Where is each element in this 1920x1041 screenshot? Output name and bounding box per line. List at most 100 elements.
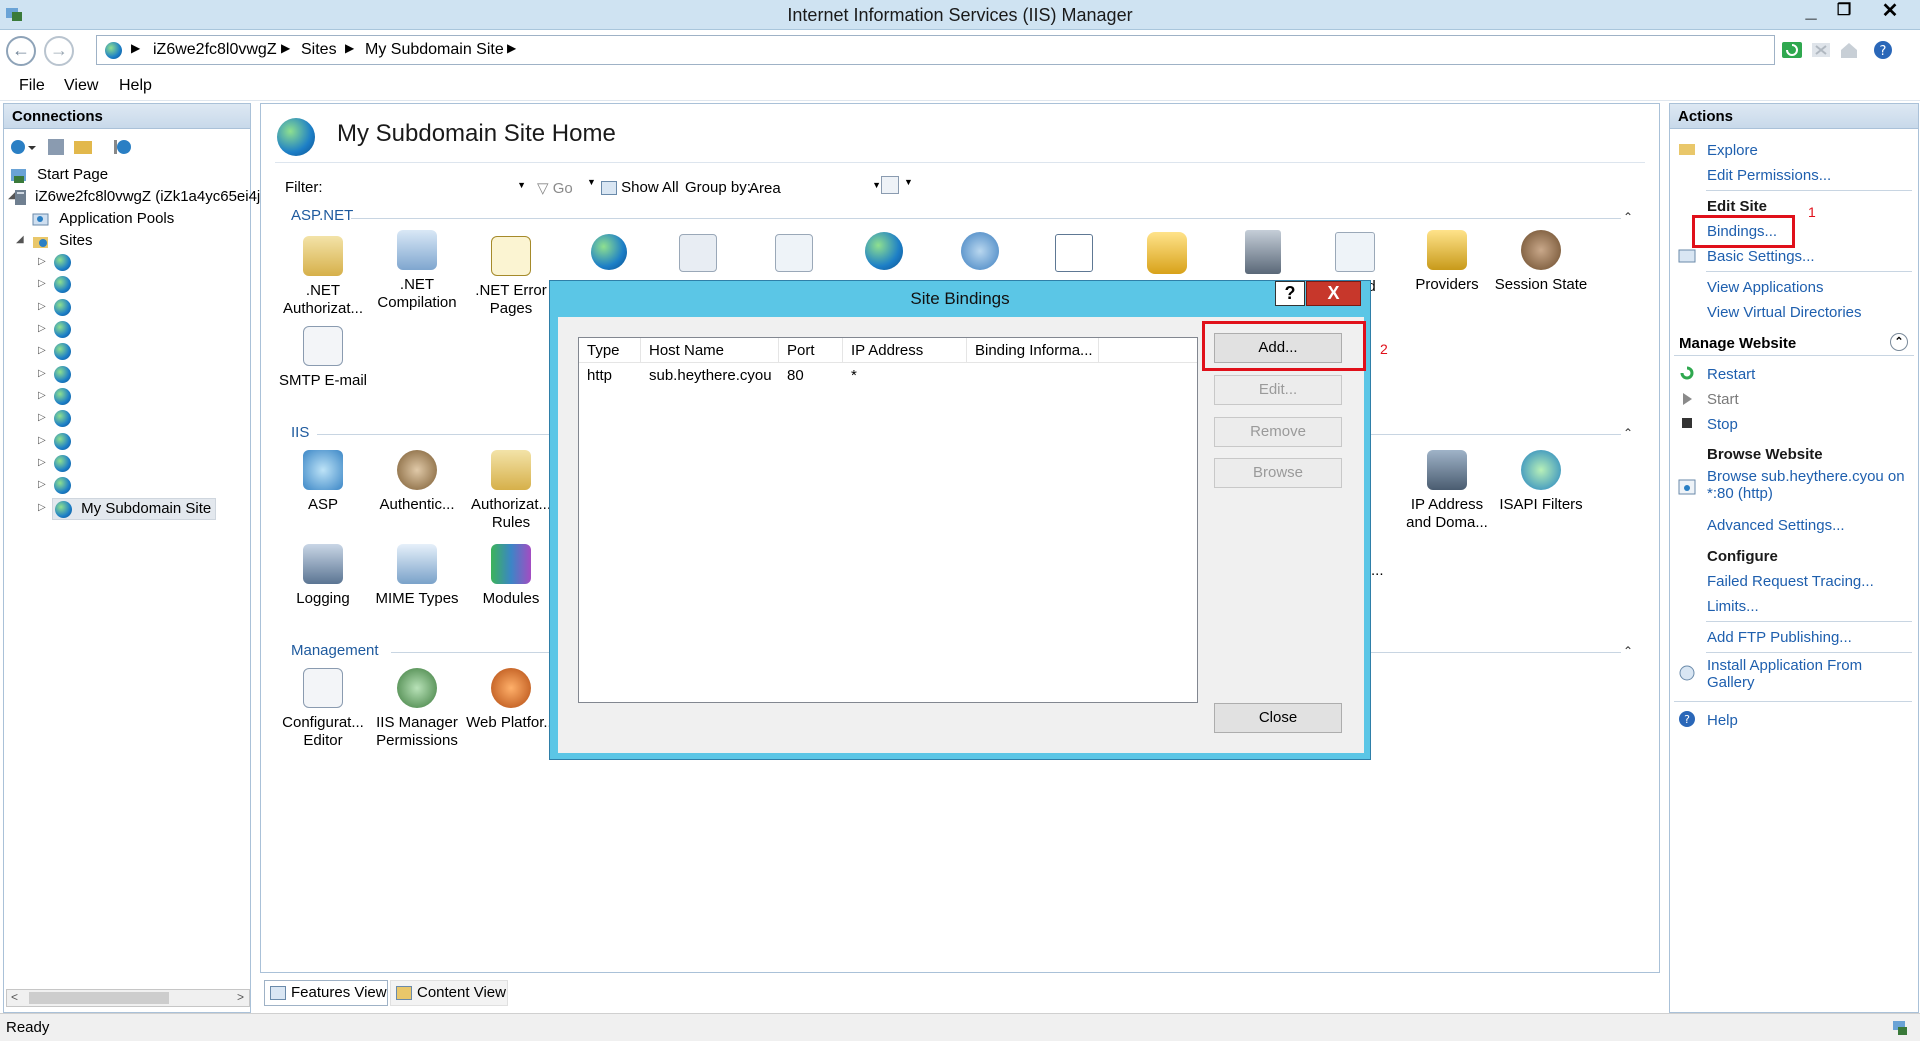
start-link[interactable]: Start bbox=[1707, 391, 1739, 408]
feature-net-compilation[interactable]: .NET Compilation bbox=[369, 230, 465, 312]
breadcrumb-server[interactable]: iZ6we2fc8l0vwgZ bbox=[153, 41, 277, 59]
menu-file[interactable]: File bbox=[19, 77, 45, 95]
expander-icon[interactable]: ▷ bbox=[38, 323, 46, 334]
explore-link[interactable]: Explore bbox=[1707, 142, 1758, 159]
edit-binding-button[interactable]: Edit... bbox=[1214, 375, 1342, 405]
site-node-stopped-icon[interactable] bbox=[54, 455, 71, 472]
failed-request-tracing-link[interactable]: Failed Request Tracing... bbox=[1707, 573, 1874, 590]
tree-selected-site[interactable]: My Subdomain Site bbox=[52, 498, 217, 520]
expander-icon[interactable]: ▷ bbox=[38, 435, 46, 446]
maximize-button[interactable]: ❐ bbox=[1828, 0, 1860, 25]
column-port[interactable]: Port bbox=[779, 338, 843, 363]
column-type[interactable]: Type bbox=[579, 338, 641, 363]
connections-scrollbar[interactable]: < > bbox=[6, 989, 250, 1007]
site-node-icon[interactable] bbox=[54, 366, 71, 383]
tree-sites[interactable]: Sites bbox=[32, 232, 93, 250]
expander-icon[interactable]: ▷ bbox=[38, 256, 46, 267]
collapse-icon[interactable]: ⌃ bbox=[1623, 426, 1633, 440]
stop-link[interactable]: Stop bbox=[1707, 416, 1738, 433]
feature-hidden-ellipsis[interactable]: ... bbox=[1371, 562, 1391, 580]
handler-icon[interactable] bbox=[1335, 232, 1375, 272]
back-button[interactable]: ← bbox=[6, 36, 36, 66]
view-mode-icon[interactable] bbox=[881, 176, 899, 194]
group-by-select[interactable]: Area ▼ bbox=[745, 175, 885, 199]
install-application-gallery-link[interactable]: Install Application From Gallery bbox=[1707, 657, 1862, 691]
feature-mime-types[interactable]: MIME Types bbox=[369, 544, 465, 608]
menu-help[interactable]: Help bbox=[119, 77, 152, 95]
feature-authentication[interactable]: Authentic... bbox=[369, 450, 465, 514]
scroll-thumb[interactable] bbox=[29, 992, 169, 1004]
advanced-settings-link[interactable]: Advanced Settings... bbox=[1707, 517, 1845, 534]
site-node-icon[interactable] bbox=[54, 276, 71, 293]
tab-content-view[interactable]: Content View bbox=[390, 980, 508, 1006]
server-key-icon[interactable] bbox=[1245, 230, 1281, 274]
column-host-name[interactable]: Host Name bbox=[641, 338, 779, 363]
column-ip-address[interactable]: IP Address bbox=[843, 338, 967, 363]
basic-settings-link[interactable]: Basic Settings... bbox=[1707, 248, 1815, 265]
site-node-icon[interactable] bbox=[54, 299, 71, 316]
forward-button[interactable]: → bbox=[44, 36, 74, 66]
feature-logging[interactable]: Logging bbox=[275, 544, 371, 608]
site-node-icon[interactable] bbox=[54, 433, 71, 450]
bindings-list[interactable]: Type Host Name Port IP Address Binding I… bbox=[578, 337, 1198, 703]
tree-server[interactable]: iZ6we2fc8l0vwgZ (iZk1a4yc65ei4j bbox=[12, 188, 260, 206]
feature-web-platform[interactable]: Web Platfor... bbox=[463, 668, 559, 732]
limits-link[interactable]: Limits... bbox=[1707, 598, 1759, 615]
globe-check-icon[interactable] bbox=[865, 232, 903, 270]
refresh-icon[interactable] bbox=[1781, 39, 1803, 61]
expander-icon[interactable]: ▷ bbox=[38, 390, 46, 401]
feature-icon[interactable] bbox=[679, 234, 717, 272]
dialog-close-x-button[interactable]: X bbox=[1306, 281, 1361, 306]
expander-icon[interactable]: ▷ bbox=[38, 502, 46, 513]
edit-permissions-link[interactable]: Edit Permissions... bbox=[1707, 167, 1831, 184]
site-node-icon[interactable] bbox=[54, 321, 71, 338]
feature-configuration-editor[interactable]: Configurat... Editor bbox=[275, 668, 371, 750]
feature-isapi-filters[interactable]: ISAPI Filters bbox=[1493, 450, 1589, 514]
dialog-help-button[interactable]: ? bbox=[1275, 281, 1305, 306]
users-globe-icon[interactable] bbox=[961, 232, 999, 270]
expander-icon[interactable]: ▷ bbox=[38, 345, 46, 356]
home-icon[interactable] bbox=[1838, 39, 1860, 61]
expander-icon[interactable]: ▷ bbox=[38, 368, 46, 379]
collapse-icon[interactable]: ⌃ bbox=[1623, 644, 1633, 658]
expander-icon[interactable]: ◢ bbox=[16, 234, 24, 245]
expander-icon[interactable]: ▷ bbox=[38, 457, 46, 468]
feature-net-authorization[interactable]: .NET Authorizat... bbox=[275, 236, 371, 318]
breadcrumb-site[interactable]: My Subdomain Site bbox=[365, 41, 504, 59]
close-window-button[interactable]: ✕ bbox=[1874, 0, 1906, 25]
add-ftp-publishing-link[interactable]: Add FTP Publishing... bbox=[1707, 629, 1852, 646]
go-button[interactable]: ▽ Go bbox=[537, 179, 573, 197]
tree-app-pools[interactable]: Application Pools bbox=[32, 210, 174, 228]
site-node-icon[interactable] bbox=[54, 410, 71, 427]
help-link[interactable]: Help bbox=[1707, 712, 1738, 729]
database-icon[interactable] bbox=[1147, 232, 1187, 274]
view-applications-link[interactable]: View Applications bbox=[1707, 279, 1823, 296]
chevron-down-icon[interactable]: ▼ bbox=[587, 177, 596, 187]
feature-session-state[interactable]: Session State bbox=[1493, 230, 1589, 294]
view-virtual-directories-link[interactable]: View Virtual Directories bbox=[1707, 304, 1862, 321]
feature-net-error-pages[interactable]: .NET Error Pages bbox=[463, 236, 559, 318]
stop-icon[interactable] bbox=[1810, 39, 1832, 61]
site-node-icon[interactable] bbox=[54, 388, 71, 405]
feature-modules[interactable]: Modules bbox=[463, 544, 559, 608]
expander-icon[interactable]: ▷ bbox=[38, 412, 46, 423]
site-node-icon[interactable] bbox=[54, 254, 71, 271]
feature-authorization-rules[interactable]: Authorizat... Rules bbox=[463, 450, 559, 532]
site-node-icon[interactable] bbox=[54, 477, 71, 494]
browse-site-link[interactable]: Browse sub.heythere.cyou on *:80 (http) bbox=[1707, 468, 1905, 502]
feature-asp[interactable]: ASP bbox=[275, 450, 371, 514]
menu-view[interactable]: View bbox=[64, 77, 98, 95]
filter-input[interactable]: ▼ bbox=[330, 175, 530, 199]
browse-binding-button[interactable]: Browse bbox=[1214, 458, 1342, 488]
collapse-icon[interactable]: ⌃ bbox=[1890, 333, 1908, 351]
expander-icon[interactable]: ▷ bbox=[38, 301, 46, 312]
feature-smtp-email[interactable]: SMTP E-mail bbox=[275, 326, 371, 390]
expander-icon[interactable]: ▷ bbox=[38, 278, 46, 289]
feature-ip-address-domain[interactable]: IP Address and Doma... bbox=[1399, 450, 1495, 532]
scroll-right-icon[interactable]: > bbox=[237, 990, 244, 1004]
help-icon[interactable]: ? bbox=[1872, 39, 1894, 61]
close-dialog-button[interactable]: Close bbox=[1214, 703, 1342, 733]
column-binding-information[interactable]: Binding Informa... bbox=[967, 338, 1099, 363]
feature-iis-manager-permissions[interactable]: IIS Manager Permissions bbox=[369, 668, 465, 750]
expander-icon[interactable]: ▷ bbox=[38, 479, 46, 490]
